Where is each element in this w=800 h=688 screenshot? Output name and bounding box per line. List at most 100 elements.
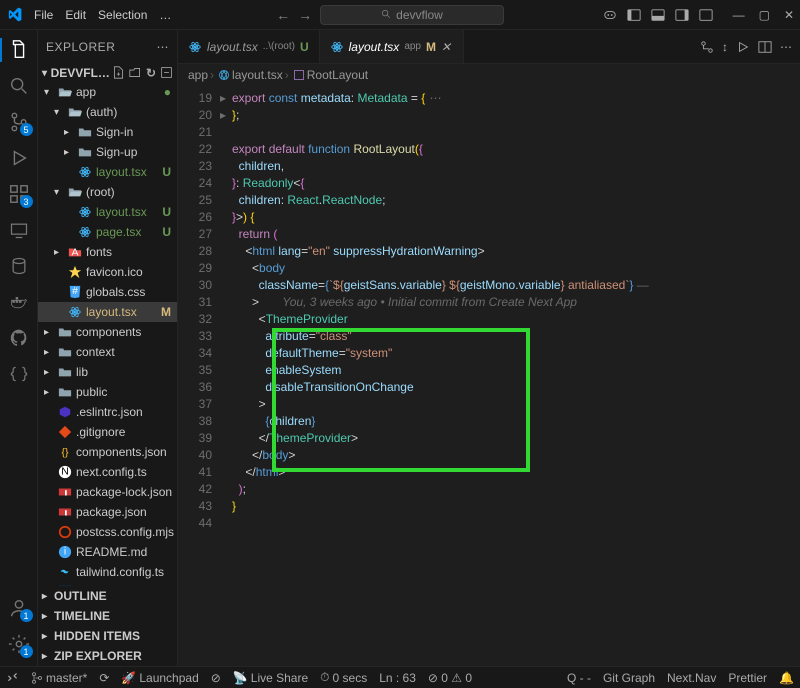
hidden-section[interactable]: ▸HIDDEN ITEMS [38,626,177,646]
tree-item-README-md[interactable]: iREADME.md [38,542,177,562]
layout-sidebar-left-icon[interactable] [627,8,641,22]
run-icon[interactable] [736,40,750,54]
tree-item-Sign-in[interactable]: ▸Sign-in [38,122,177,142]
copilot-icon[interactable] [603,8,617,22]
tree-item--root-[interactable]: ▾(root) [38,182,177,202]
tab-nav-icon[interactable]: ↕ [722,40,728,54]
tree-item-package-lock-json[interactable]: package-lock.json [38,482,177,502]
nav-back[interactable]: ← [276,7,290,23]
compare-branch-icon[interactable] [700,40,714,54]
zip-section[interactable]: ▸ZIP EXPLORER [38,646,177,666]
status-liveshare[interactable]: 📡 Live Share [233,671,308,685]
activity-docker[interactable] [7,290,31,314]
activity-extensions[interactable]: 3 [7,182,31,206]
breadcrumbs[interactable]: app › layout.tsx › RootLayout [178,64,800,86]
tree-item--auth-[interactable]: ▾(auth) [38,102,177,122]
tree-item-app[interactable]: ▾app● [38,82,177,102]
layout-sidebar-right-icon[interactable] [675,8,689,22]
new-file-icon[interactable] [112,66,125,80]
folder-open-icon [68,105,82,119]
tree-item-next-config-ts[interactable]: Nnext.config.ts [38,462,177,482]
activity-bracket[interactable] [7,362,31,386]
status-bell-icon[interactable]: 🔔 [779,671,794,685]
tree-item-lib[interactable]: ▸lib [38,362,177,382]
activity-remote[interactable] [7,218,31,242]
tree-item-fonts[interactable]: ▸Afonts [38,242,177,262]
customize-layout-icon[interactable] [699,8,713,22]
tree-item-favicon-ico[interactable]: favicon.ico [38,262,177,282]
status-problems[interactable]: ⊘ 0 ⚠ 0 [428,671,472,685]
menu-more[interactable]: … [153,6,177,24]
tree-item-components[interactable]: ▸components [38,322,177,342]
window-maximize[interactable]: ▢ [759,8,770,22]
outline-section[interactable]: ▸OUTLINE [38,586,177,606]
editor-tabs: layout.tsx..\(root)Ulayout.tsxappM✕ ↕ ⋯ [178,30,800,64]
scm-badge: 5 [20,123,33,136]
menu-file[interactable]: File [28,6,59,24]
status-sync[interactable]: ⟳ [99,671,109,685]
layout-panel-icon[interactable] [651,8,665,22]
activity-server[interactable] [7,254,31,278]
activity-account[interactable]: 1 [7,596,31,620]
tree-item--gitignore[interactable]: .gitignore [38,422,177,442]
tree-item-layout-tsx[interactable]: layout.tsxU [38,162,177,182]
tree-item-layout-tsx[interactable]: layout.tsxU [38,202,177,222]
status-prettier[interactable]: Prettier [728,671,767,685]
menu-selection[interactable]: Selection [92,6,153,24]
project-header[interactable]: ▾ DEVVFL… ↻ [38,64,177,82]
tree-item-Sign-up[interactable]: ▸Sign-up [38,142,177,162]
activity-scm[interactable]: 5 [7,110,31,134]
breadcrumb-file: layout.tsx › [218,68,289,82]
tree-item-layout-tsx[interactable]: layout.tsxM [38,302,177,322]
tree-item-components-json[interactable]: {}components.json [38,442,177,462]
editor-group: layout.tsx..\(root)Ulayout.tsxappM✕ ↕ ⋯ … [178,30,800,666]
activity-debug[interactable] [7,146,31,170]
sidebar-more-icon[interactable]: ⋯ [157,40,170,54]
svg-text:N: N [61,466,69,478]
status-remote[interactable] [6,671,19,684]
status-gitgraph[interactable]: Git Graph [603,671,655,685]
tab-layout.tsx[interactable]: layout.tsx..\(root)U [178,30,320,63]
status-q[interactable]: Q - - [567,671,591,685]
sidebar: EXPLORER ⋯ ▾ DEVVFL… ↻ ▾app●▾(auth)▸Sign… [38,30,178,666]
collapse-icon[interactable] [160,66,173,80]
refresh-icon[interactable]: ↻ [146,66,156,80]
tree-item-postcss-config-mjs[interactable]: postcss.config.mjs [38,522,177,542]
tree-item-page-tsx[interactable]: page.tsxU [38,222,177,242]
tree-item-context[interactable]: ▸context [38,342,177,362]
status-nextnav[interactable]: Next.Nav [667,671,716,685]
menu-edit[interactable]: Edit [59,6,92,24]
sidebar-title: EXPLORER [46,40,115,54]
tree-item--eslintrc-json[interactable]: .eslintrc.json [38,402,177,422]
next-icon: N [58,465,72,479]
status-lens[interactable]: ⊘ [211,671,221,685]
status-launchpad[interactable]: 🚀 Launchpad [121,671,198,685]
nav-forward[interactable]: → [298,7,312,23]
new-folder-icon[interactable] [129,66,142,80]
folder-icon [78,125,92,139]
status-ln[interactable]: Ln : 63 [379,671,416,685]
window-minimize[interactable]: — [733,8,745,22]
activity-github[interactable] [7,326,31,350]
close-icon[interactable]: ✕ [441,40,453,54]
status-time[interactable]: ⏱ 0 secs [320,670,367,685]
react-icon [78,205,92,219]
tree-item-package-json[interactable]: package.json [38,502,177,522]
command-center[interactable]: devvflow [320,5,504,25]
tab-layout.tsx[interactable]: layout.tsxappM✕ [320,30,464,63]
activity-explorer[interactable] [7,38,31,62]
window-close[interactable]: ✕ [784,8,794,22]
activity-settings[interactable]: 1 [7,632,31,656]
tree-item-globals-css[interactable]: #globals.css [38,282,177,302]
tree-item-tailwind-config-ts[interactable]: tailwind.config.ts [38,562,177,582]
timeline-section[interactable]: ▸TIMELINE [38,606,177,626]
npm-icon [58,505,72,519]
folder-icon [58,345,72,359]
status-branch[interactable]: master* [31,671,87,685]
vscode-logo-icon [6,7,22,23]
tree-item-public[interactable]: ▸public [38,382,177,402]
tab-more-icon[interactable]: ⋯ [780,40,792,54]
split-editor-icon[interactable] [758,40,772,54]
activity-search[interactable] [7,74,31,98]
code-editor[interactable]: 1920212223242526272829303132333435363738… [178,86,800,666]
